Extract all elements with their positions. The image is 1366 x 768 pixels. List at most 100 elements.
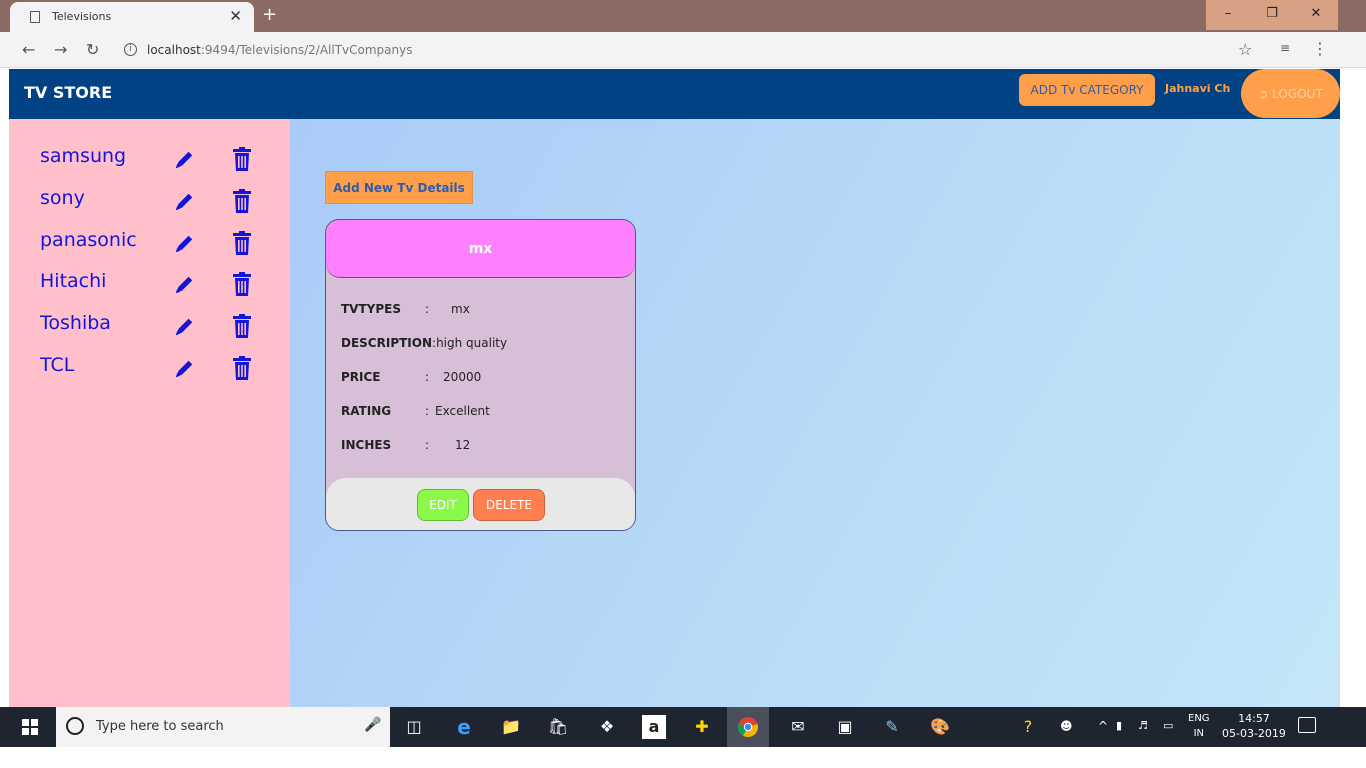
logout-button[interactable]: ➲ LOGOUT <box>1241 69 1340 118</box>
category-link[interactable]: sony <box>40 187 85 209</box>
main-content: Add New Tv Details mx TVTYPES: mx DESCRIP… <box>290 119 1340 707</box>
logout-label: LOGOUT <box>1272 86 1323 101</box>
edge-icon[interactable]: e <box>452 715 476 739</box>
taskbar-search[interactable]: Type here to search 🎤 <box>56 707 390 747</box>
trash-icon[interactable] <box>232 189 252 213</box>
top-navbar: TV STORE ADD Tv CATEGORY Jahnavi Ch ➲ LO… <box>9 69 1340 119</box>
trash-icon[interactable] <box>232 231 252 255</box>
tv-store-app: TV STORE ADD Tv CATEGORY Jahnavi Ch ➲ LO… <box>9 69 1340 707</box>
bookmark-star-icon[interactable]: ☆ <box>1238 40 1252 59</box>
windows-start-icon[interactable] <box>22 719 38 735</box>
add-tv-details-button[interactable]: Add New Tv Details <box>325 171 473 204</box>
category-item: Hitachi <box>40 266 280 306</box>
category-item: samsung <box>40 141 280 181</box>
url-text: localhost:9494/Televisions/2/AllTvCompan… <box>147 43 412 57</box>
tab-title: Televisions <box>52 10 112 23</box>
browser-tab[interactable]: Televisions ✕ <box>10 2 254 32</box>
chrome-taskbar-button[interactable] <box>727 707 769 747</box>
user-name: Jahnavi Ch <box>1165 82 1231 95</box>
reload-icon[interactable]: ↻ <box>86 40 99 59</box>
cortana-icon <box>66 717 84 735</box>
new-tab-icon[interactable]: + <box>262 4 277 25</box>
detail-separator: : <box>425 302 430 316</box>
pencil-icon[interactable] <box>173 149 195 171</box>
delete-tv-button[interactable]: DELETE <box>473 489 545 521</box>
task-view-icon[interactable]: ◫ <box>402 715 426 739</box>
detail-label: PRICE <box>341 370 381 384</box>
extension-icon[interactable]: ≡ <box>1280 41 1290 55</box>
microphone-icon[interactable]: 🎤 <box>364 717 381 733</box>
lang-code: ENG <box>1188 713 1210 724</box>
back-icon[interactable]: ← <box>22 40 35 59</box>
help-icon[interactable]: ? <box>1016 715 1040 739</box>
info-icon[interactable]: i <box>124 43 137 56</box>
windows-taskbar: Type here to search 🎤 ◫ e 📁 🛍 ❖ a ✚ ✉ ▣ … <box>0 707 1366 747</box>
category-link[interactable]: Toshiba <box>40 312 111 334</box>
category-link[interactable]: TCL <box>40 354 74 376</box>
chrome-icon <box>738 717 758 738</box>
category-link[interactable]: Hitachi <box>40 270 106 292</box>
pencil-icon[interactable] <box>173 191 195 213</box>
trash-icon[interactable] <box>232 356 252 380</box>
battery-icon[interactable]: ▮ <box>1116 719 1122 732</box>
screen-bottom-edge <box>0 747 1366 768</box>
trash-icon[interactable] <box>232 314 252 338</box>
detail-label: RATING <box>341 404 392 418</box>
paint-icon[interactable]: 🎨 <box>928 715 952 739</box>
notes-icon[interactable]: ✎ <box>880 715 904 739</box>
trash-icon[interactable] <box>232 272 252 296</box>
dropbox-icon[interactable]: ❖ <box>595 715 619 739</box>
category-link[interactable]: panasonic <box>40 229 137 251</box>
pencil-icon[interactable] <box>173 233 195 255</box>
terminal-icon[interactable]: ▣ <box>833 715 857 739</box>
url-field[interactable]: i localhost:9494/Televisions/2/AllTvComp… <box>114 36 1274 64</box>
address-bar: ← → ↻ i localhost:9494/Televisions/2/All… <box>0 32 1366 68</box>
pencil-icon[interactable] <box>173 316 195 338</box>
detail-value: Excellent <box>435 404 490 418</box>
maximize-button[interactable]: ❐ <box>1250 0 1294 30</box>
add-category-button[interactable]: ADD Tv CATEGORY <box>1019 74 1155 106</box>
tv-detail-row: INCHES: 12 <box>341 438 470 452</box>
url-path: :9494/Televisions/2/AllTvCompanys <box>200 43 413 57</box>
category-item: TCL <box>40 350 280 390</box>
close-window-button[interactable]: ✕ <box>1294 0 1338 30</box>
detail-label: TVTYPES <box>341 302 401 316</box>
tv-card-title: mx <box>326 220 635 278</box>
tv-detail-row: DESCRIPTION:high quality <box>341 336 507 350</box>
brand-title[interactable]: TV STORE <box>24 83 112 102</box>
category-link[interactable]: samsung <box>40 145 126 167</box>
app-icon[interactable]: ✚ <box>690 715 714 739</box>
amazon-icon[interactable]: a <box>642 715 666 739</box>
tv-detail-row: TVTYPES: mx <box>341 302 470 316</box>
edit-tv-button[interactable]: EDIT <box>417 489 469 521</box>
detail-value: high quality <box>436 336 508 350</box>
trash-icon[interactable] <box>232 147 252 171</box>
tv-card-footer: EDIT DELETE <box>326 478 635 530</box>
detail-value: 20000 <box>443 370 482 384</box>
file-explorer-icon[interactable]: 📁 <box>499 715 523 739</box>
forward-icon[interactable]: → <box>54 40 67 59</box>
pencil-icon[interactable] <box>173 274 195 296</box>
detail-separator: : <box>425 404 430 418</box>
pencil-icon[interactable] <box>173 358 195 380</box>
page-icon <box>30 11 40 23</box>
detail-value: mx <box>451 302 470 316</box>
chrome-menu-icon[interactable]: ⋮ <box>1312 39 1328 58</box>
language-indicator[interactable]: ENG IN <box>1188 711 1210 741</box>
tv-detail-row: PRICE:20000 <box>341 370 481 384</box>
taskbar-clock[interactable]: 14:57 05-03-2019 <box>1222 711 1286 741</box>
store-icon[interactable]: 🛍 <box>546 715 570 739</box>
tv-card: mx TVTYPES: mx DESCRIPTION:high quality P… <box>325 219 636 531</box>
people-icon[interactable]: ☻ <box>1060 719 1073 733</box>
detail-separator: : <box>425 370 430 384</box>
tray-expand-icon[interactable]: ^ <box>1098 719 1108 733</box>
mail-icon[interactable]: ✉ <box>786 715 810 739</box>
minimize-button[interactable]: – <box>1206 0 1250 30</box>
lang-region: IN <box>1193 728 1204 739</box>
notification-icon[interactable] <box>1298 717 1316 733</box>
volume-icon[interactable]: ♬ <box>1138 719 1148 732</box>
tv-detail-row: RATING: Excellent <box>341 404 490 418</box>
tab-close-icon[interactable]: ✕ <box>229 7 242 25</box>
clock-date: 05-03-2019 <box>1222 727 1286 740</box>
network-icon[interactable]: ▭ <box>1163 719 1173 732</box>
